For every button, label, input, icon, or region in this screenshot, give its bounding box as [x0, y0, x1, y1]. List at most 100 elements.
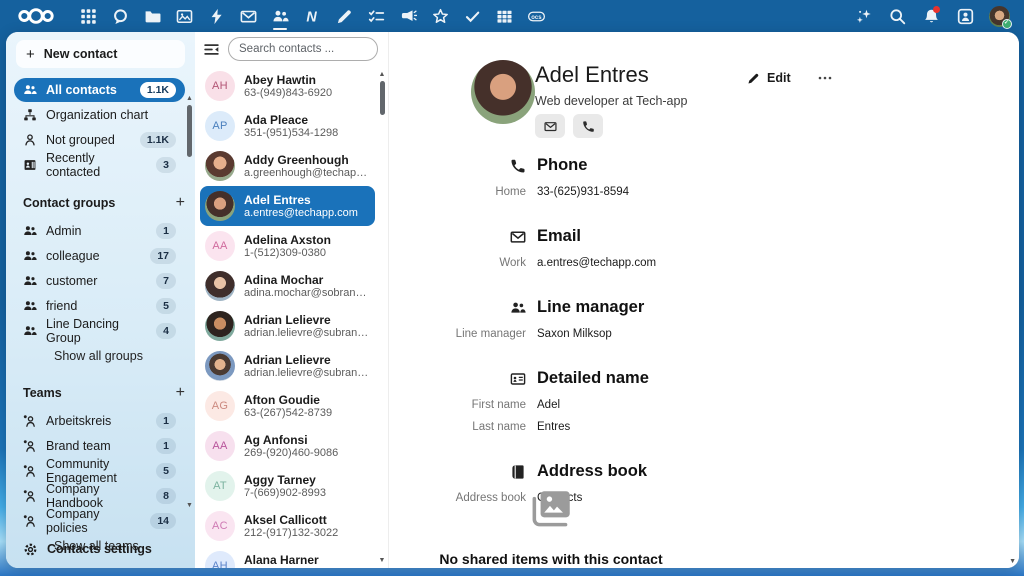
line-manager-value[interactable]: Saxon Milksop [537, 328, 869, 340]
avatar: AP [205, 111, 235, 141]
new-contact-label: New contact [44, 47, 118, 61]
new-contact-button[interactable]: + New contact [16, 40, 185, 68]
details-scroll-down-arrow[interactable]: ▼ [1009, 557, 1016, 566]
contact-list-item[interactable]: Adina Mocharadina.mochar@sobrana.com [200, 266, 375, 306]
group-icon [23, 299, 37, 313]
contact-list-item[interactable]: AC Aksel Callicott212-(917)132-3022 [200, 506, 375, 546]
contact-list-item[interactable]: Adrian Lelievreadrian.lelievre@subrana.c… [200, 346, 375, 386]
assistant-icon[interactable] [848, 0, 878, 32]
contact-list-item[interactable]: AA Adelina Axston1-(512)309-0380 [200, 226, 375, 266]
more-actions-icon[interactable] [817, 70, 833, 86]
toggle-list-icon[interactable] [203, 41, 220, 58]
scroll-up-arrow[interactable]: ▲ [379, 70, 386, 79]
activity-icon[interactable] [200, 0, 232, 32]
contacts-icon[interactable] [264, 0, 296, 32]
sidebar-team-company-handbook[interactable]: Company Handbook 8 [14, 484, 185, 508]
group-icon [23, 324, 37, 338]
pencil-icon [747, 72, 760, 85]
count-badge: 3 [156, 157, 176, 173]
group-icon [23, 224, 37, 238]
contact-subtitle: Web developer at Tech-app [535, 94, 687, 108]
edit-button[interactable]: Edit [747, 71, 791, 85]
contact-list: AH Abey Hawtin63-(949)843-6920 AP Ada Pl… [195, 32, 389, 568]
avatar: AC [205, 511, 235, 541]
contact-list-scrollbar[interactable]: ▲ ▼ [377, 70, 387, 565]
talk-icon[interactable] [104, 0, 136, 32]
people-icon [23, 83, 37, 97]
contacts-app-window: + New contact All contacts 1.1K Organiza… [6, 32, 1019, 568]
contact-list-item[interactable]: AT Aggy Tarney7-(669)902-8993 [200, 466, 375, 506]
sidebar-team-brand-team[interactable]: Brand team 1 [14, 434, 185, 458]
last-name-value[interactable]: Entres [537, 421, 869, 433]
org-chart-icon [23, 108, 37, 122]
contact-list-item[interactable]: AP Ada Pleace351-(951)534-1298 [200, 106, 375, 146]
contacts-menu-icon[interactable] [950, 0, 980, 32]
email-value[interactable]: a.entres@techapp.com [537, 257, 869, 269]
contact-list-item[interactable]: Adrian Lelievreadrian.lelievre@subrana.c… [200, 306, 375, 346]
recent-card-icon [23, 158, 37, 172]
sidebar-group-friend[interactable]: friend 5 [14, 294, 185, 318]
tables-icon[interactable] [488, 0, 520, 32]
dashboard-icon[interactable] [72, 0, 104, 32]
contact-list-item[interactable]: AG Afton Goudie63-(267)542-8739 [200, 386, 375, 426]
scroll-up-arrow[interactable]: ▲ [186, 94, 193, 103]
contact-list-item[interactable]: Addy Greenhougha.greenhough@techapp.com [200, 146, 375, 186]
sidebar-group-admin[interactable]: Admin 1 [14, 219, 185, 243]
team-icon [23, 489, 37, 503]
unified-search-icon[interactable] [882, 0, 912, 32]
sidebar-group-customer[interactable]: customer 7 [14, 269, 185, 293]
sidebar-item-organization-chart[interactable]: Organization chart [14, 103, 185, 127]
nextcloud-logo[interactable] [10, 0, 62, 32]
search-contacts-input[interactable] [228, 37, 378, 61]
sidebar-group-colleague[interactable]: colleague 17 [14, 244, 185, 268]
approvals-icon[interactable] [456, 0, 488, 32]
send-email-button[interactable] [535, 114, 565, 138]
scrollbar-thumb[interactable] [187, 105, 192, 157]
phone-value[interactable]: 33-(625)931-8594 [537, 186, 869, 198]
ocs-icon[interactable] [520, 0, 552, 32]
sidebar-item-all-contacts[interactable]: All contacts 1.1K [14, 78, 185, 102]
announcements-icon[interactable] [392, 0, 424, 32]
sidebar-team-community-engagement[interactable]: Community Engagement 5 [14, 459, 185, 483]
section-phone: Phone Home33-(625)931-8594 [389, 156, 869, 203]
contact-list-item[interactable]: AH Alana Harner500-(456)198-8249 [200, 546, 375, 568]
sidebar-group-line-dancing[interactable]: Line Dancing Group 4 [14, 319, 185, 343]
teams-header: Teams + [23, 381, 185, 405]
sidebar-item-recently-contacted[interactable]: Recently contacted 3 [14, 153, 185, 177]
tasks-icon[interactable] [360, 0, 392, 32]
user-avatar[interactable]: ✓ [984, 0, 1014, 32]
notifications-bell-icon[interactable] [916, 0, 946, 32]
call-button[interactable] [573, 114, 603, 138]
scroll-down-arrow[interactable]: ▼ [186, 501, 193, 510]
team-icon [23, 439, 37, 453]
avatar: AA [205, 431, 235, 461]
collectives-icon[interactable] [424, 0, 456, 32]
contact-list-item[interactable]: AH Abey Hawtin63-(949)843-6920 [200, 66, 375, 106]
contact-list-item[interactable]: AA Ag Anfonsi269-(920)460-9086 [200, 426, 375, 466]
notes-icon[interactable] [296, 0, 328, 32]
contact-avatar-large[interactable] [471, 60, 535, 124]
team-icon [23, 464, 37, 478]
first-name-value[interactable]: Adel [537, 399, 869, 411]
mail-icon[interactable] [232, 0, 264, 32]
files-icon[interactable] [136, 0, 168, 32]
gear-icon [23, 542, 38, 557]
scrollbar-thumb[interactable] [380, 81, 385, 115]
avatar-photo [205, 151, 235, 181]
show-all-groups-link[interactable]: Show all groups [14, 344, 185, 368]
sidebar-scrollbar[interactable]: ▲ ▼ [184, 94, 195, 510]
person-icon [23, 133, 37, 147]
text-icon[interactable] [328, 0, 360, 32]
contact-list-item-selected[interactable]: Adel Entresa.entres@techapp.com [200, 186, 375, 226]
sidebar-team-company-policies[interactable]: Company policies 14 [14, 509, 185, 533]
top-bar: ✓ [0, 0, 1024, 32]
email-icon [510, 229, 526, 245]
avatar: AA [205, 231, 235, 261]
app-navigation: + New contact All contacts 1.1K Organiza… [6, 32, 195, 568]
group-icon [23, 274, 37, 288]
scroll-down-arrow[interactable]: ▼ [379, 556, 386, 565]
sidebar-team-arbeitskreis[interactable]: Arbeitskreis 1 [14, 409, 185, 433]
contacts-settings-button[interactable]: Contacts settings [14, 535, 187, 563]
sidebar-item-not-grouped[interactable]: Not grouped 1.1K [14, 128, 185, 152]
photos-icon[interactable] [168, 0, 200, 32]
